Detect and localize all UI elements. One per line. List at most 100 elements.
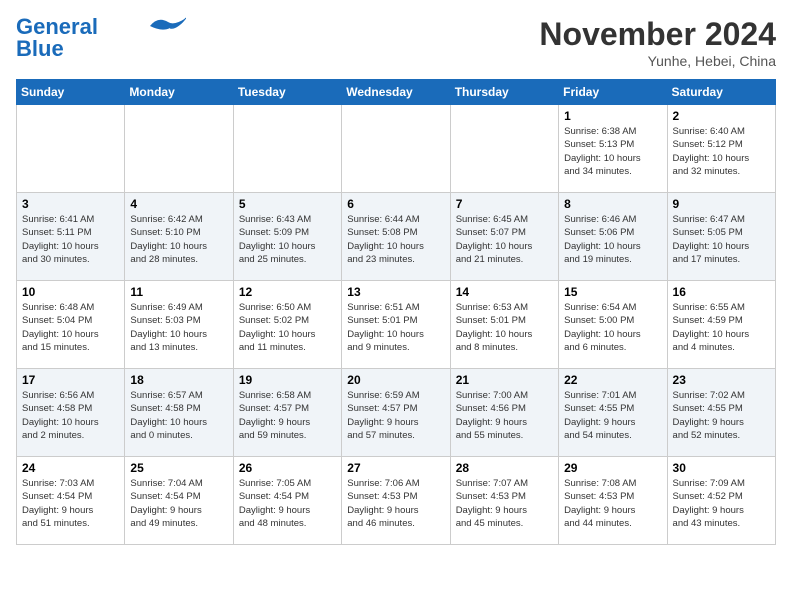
calendar-week-1: 3 Sunrise: 6:41 AM Sunset: 5:11 PM Daylig… (17, 193, 776, 281)
day-info: Sunrise: 6:44 AM Sunset: 5:08 PM Dayligh… (347, 213, 444, 266)
calendar-cell: 14Sunrise: 6:53 AM Sunset: 5:01 PM Dayli… (450, 281, 558, 369)
day-number: 9 (673, 197, 770, 211)
calendar-cell: 1 Sunrise: 6:38 AM Sunset: 5:13 PM Daylig… (559, 105, 667, 193)
weekday-header-saturday: Saturday (667, 80, 775, 105)
calendar-cell: 6 Sunrise: 6:44 AM Sunset: 5:08 PM Daylig… (342, 193, 450, 281)
calendar-cell: 25 Sunrise: 7:04 AM Sunset: 4:54 PM Dayli… (125, 457, 233, 545)
day-number: 30 (673, 461, 770, 475)
day-info: Sunrise: 7:08 AM Sunset: 4:53 PM Dayligh… (564, 477, 661, 530)
calendar-cell: 19 Sunrise: 6:58 AM Sunset: 4:57 PM Dayli… (233, 369, 341, 457)
calendar-cell: 8 Sunrise: 6:46 AM Sunset: 5:06 PM Daylig… (559, 193, 667, 281)
calendar-cell (450, 105, 558, 193)
day-number: 2 (673, 109, 770, 123)
calendar-cell: 12 Sunrise: 6:50 AM Sunset: 5:02 PM Dayli… (233, 281, 341, 369)
day-number: 21 (456, 373, 553, 387)
day-number: 18 (130, 373, 227, 387)
day-info: Sunrise: 6:42 AM Sunset: 5:10 PM Dayligh… (130, 213, 227, 266)
day-number: 19 (239, 373, 336, 387)
day-info: Sunrise: 6:46 AM Sunset: 5:06 PM Dayligh… (564, 213, 661, 266)
page-header: General Blue November 2024 Yunhe, Hebei,… (16, 16, 776, 69)
day-number: 26 (239, 461, 336, 475)
calendar-cell: 11 Sunrise: 6:49 AM Sunset: 5:03 PM Dayli… (125, 281, 233, 369)
calendar-cell: 10 Sunrise: 6:48 AM Sunset: 5:04 PM Dayli… (17, 281, 125, 369)
calendar-cell: 24Sunrise: 7:03 AM Sunset: 4:54 PM Dayli… (17, 457, 125, 545)
calendar-cell: 23 Sunrise: 7:02 AM Sunset: 4:55 PM Dayli… (667, 369, 775, 457)
day-number: 6 (347, 197, 444, 211)
day-info: Sunrise: 7:09 AM Sunset: 4:52 PM Dayligh… (673, 477, 770, 530)
day-info: Sunrise: 6:53 AM Sunset: 5:01 PM Dayligh… (456, 301, 553, 354)
calendar-cell: 28 Sunrise: 7:07 AM Sunset: 4:53 PM Dayli… (450, 457, 558, 545)
calendar-cell (125, 105, 233, 193)
day-info: Sunrise: 7:00 AM Sunset: 4:56 PM Dayligh… (456, 389, 553, 442)
day-info: Sunrise: 6:51 AM Sunset: 5:01 PM Dayligh… (347, 301, 444, 354)
day-number: 23 (673, 373, 770, 387)
day-info: Sunrise: 6:38 AM Sunset: 5:13 PM Dayligh… (564, 125, 661, 178)
day-info: Sunrise: 6:59 AM Sunset: 4:57 PM Dayligh… (347, 389, 444, 442)
day-number: 20 (347, 373, 444, 387)
day-info: Sunrise: 6:58 AM Sunset: 4:57 PM Dayligh… (239, 389, 336, 442)
calendar-cell: 4Sunrise: 6:42 AM Sunset: 5:10 PM Daylig… (125, 193, 233, 281)
weekday-header-wednesday: Wednesday (342, 80, 450, 105)
day-info: Sunrise: 6:48 AM Sunset: 5:04 PM Dayligh… (22, 301, 119, 354)
day-number: 25 (130, 461, 227, 475)
calendar-cell (17, 105, 125, 193)
day-number: 1 (564, 109, 661, 123)
calendar-cell: 7Sunrise: 6:45 AM Sunset: 5:07 PM Daylig… (450, 193, 558, 281)
calendar-week-0: 1 Sunrise: 6:38 AM Sunset: 5:13 PM Daylig… (17, 105, 776, 193)
weekday-header-tuesday: Tuesday (233, 80, 341, 105)
day-info: Sunrise: 6:41 AM Sunset: 5:11 PM Dayligh… (22, 213, 119, 266)
day-info: Sunrise: 7:04 AM Sunset: 4:54 PM Dayligh… (130, 477, 227, 530)
day-number: 13 (347, 285, 444, 299)
day-info: Sunrise: 6:56 AM Sunset: 4:58 PM Dayligh… (22, 389, 119, 442)
day-info: Sunrise: 7:01 AM Sunset: 4:55 PM Dayligh… (564, 389, 661, 442)
calendar-header-row: SundayMondayTuesdayWednesdayThursdayFrid… (17, 80, 776, 105)
calendar-cell: 21 Sunrise: 7:00 AM Sunset: 4:56 PM Dayli… (450, 369, 558, 457)
day-info: Sunrise: 7:07 AM Sunset: 4:53 PM Dayligh… (456, 477, 553, 530)
day-number: 12 (239, 285, 336, 299)
day-number: 8 (564, 197, 661, 211)
day-info: Sunrise: 6:49 AM Sunset: 5:03 PM Dayligh… (130, 301, 227, 354)
day-number: 22 (564, 373, 661, 387)
weekday-header-thursday: Thursday (450, 80, 558, 105)
title-block: November 2024 Yunhe, Hebei, China (539, 16, 776, 69)
day-info: Sunrise: 7:02 AM Sunset: 4:55 PM Dayligh… (673, 389, 770, 442)
day-number: 5 (239, 197, 336, 211)
day-info: Sunrise: 6:55 AM Sunset: 4:59 PM Dayligh… (673, 301, 770, 354)
day-number: 29 (564, 461, 661, 475)
calendar-cell (233, 105, 341, 193)
calendar-cell: 22 Sunrise: 7:01 AM Sunset: 4:55 PM Dayli… (559, 369, 667, 457)
calendar-cell: 15 Sunrise: 6:54 AM Sunset: 5:00 PM Dayli… (559, 281, 667, 369)
weekday-header-monday: Monday (125, 80, 233, 105)
calendar-week-2: 10 Sunrise: 6:48 AM Sunset: 5:04 PM Dayli… (17, 281, 776, 369)
weekday-header-friday: Friday (559, 80, 667, 105)
day-number: 28 (456, 461, 553, 475)
weekday-header-sunday: Sunday (17, 80, 125, 105)
day-info: Sunrise: 6:57 AM Sunset: 4:58 PM Dayligh… (130, 389, 227, 442)
calendar-cell: 30 Sunrise: 7:09 AM Sunset: 4:52 PM Dayli… (667, 457, 775, 545)
calendar-cell: 16 Sunrise: 6:55 AM Sunset: 4:59 PM Dayli… (667, 281, 775, 369)
day-number: 11 (130, 285, 227, 299)
calendar-body: 1 Sunrise: 6:38 AM Sunset: 5:13 PM Daylig… (17, 105, 776, 545)
calendar-cell: 13 Sunrise: 6:51 AM Sunset: 5:01 PM Dayli… (342, 281, 450, 369)
day-info: Sunrise: 7:06 AM Sunset: 4:53 PM Dayligh… (347, 477, 444, 530)
logo-text: General (16, 16, 98, 38)
calendar-week-4: 24Sunrise: 7:03 AM Sunset: 4:54 PM Dayli… (17, 457, 776, 545)
day-number: 3 (22, 197, 119, 211)
calendar-cell: 3 Sunrise: 6:41 AM Sunset: 5:11 PM Daylig… (17, 193, 125, 281)
calendar-cell: 20 Sunrise: 6:59 AM Sunset: 4:57 PM Dayli… (342, 369, 450, 457)
day-info: Sunrise: 6:43 AM Sunset: 5:09 PM Dayligh… (239, 213, 336, 266)
day-info: Sunrise: 6:50 AM Sunset: 5:02 PM Dayligh… (239, 301, 336, 354)
calendar-cell: 27Sunrise: 7:06 AM Sunset: 4:53 PM Dayli… (342, 457, 450, 545)
day-number: 16 (673, 285, 770, 299)
day-info: Sunrise: 6:54 AM Sunset: 5:00 PM Dayligh… (564, 301, 661, 354)
month-title: November 2024 (539, 16, 776, 53)
calendar-week-3: 17Sunrise: 6:56 AM Sunset: 4:58 PM Dayli… (17, 369, 776, 457)
calendar-cell: 9Sunrise: 6:47 AM Sunset: 5:05 PM Daylig… (667, 193, 775, 281)
location: Yunhe, Hebei, China (539, 53, 776, 69)
day-number: 7 (456, 197, 553, 211)
day-number: 15 (564, 285, 661, 299)
day-number: 10 (22, 285, 119, 299)
day-info: Sunrise: 7:05 AM Sunset: 4:54 PM Dayligh… (239, 477, 336, 530)
logo-blue-text: Blue (16, 38, 64, 60)
logo: General Blue (16, 16, 186, 60)
